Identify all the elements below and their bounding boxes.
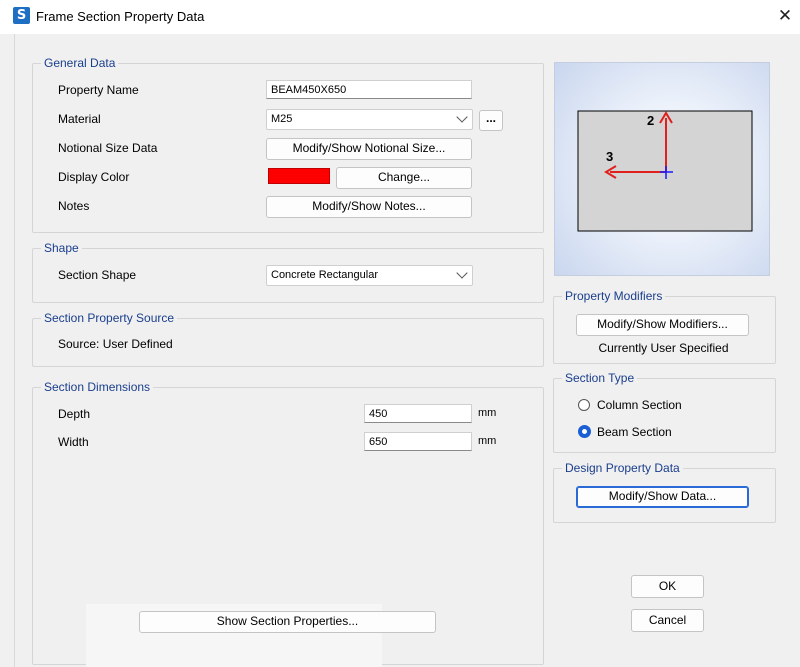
material-select[interactable]: M25 — [266, 109, 473, 130]
width-input[interactable]: 650 — [364, 432, 472, 451]
change-color-button[interactable]: Change... — [336, 167, 472, 189]
source-text: Source: User Defined — [58, 337, 173, 351]
section-dimensions-legend: Section Dimensions — [41, 380, 154, 394]
column-section-radio[interactable] — [578, 399, 590, 411]
depth-input[interactable]: 450 — [364, 404, 472, 423]
property-name-label: Property Name — [58, 83, 139, 97]
cancel-button[interactable]: Cancel — [631, 609, 704, 632]
ok-button[interactable]: OK — [631, 575, 704, 598]
depth-label: Depth — [58, 407, 91, 421]
notional-size-button[interactable]: Modify/Show Notional Size... — [266, 138, 472, 160]
depth-unit: mm — [478, 407, 497, 419]
section-preview-svg: 2 3 — [577, 110, 753, 232]
title-bar: S Frame Section Property Data ✕ — [0, 0, 800, 35]
section-shape-value: Concrete Rectangular — [271, 269, 379, 281]
property-name-input[interactable]: BEAM450X650 — [266, 80, 472, 99]
section-shape-label: Section Shape — [58, 268, 137, 282]
chevron-down-icon — [456, 267, 468, 279]
close-icon[interactable]: ✕ — [775, 6, 795, 26]
notes-label: Notes — [58, 199, 90, 213]
material-label: Material — [58, 112, 101, 126]
modify-modifiers-button[interactable]: Modify/Show Modifiers... — [576, 314, 749, 336]
section-preview: 2 3 — [554, 62, 770, 276]
width-unit: mm — [478, 435, 497, 447]
show-section-properties-button[interactable]: Show Section Properties... — [139, 611, 436, 633]
design-property-legend: Design Property Data — [562, 461, 683, 475]
section-type-legend: Section Type — [562, 371, 638, 385]
property-modifiers-legend: Property Modifiers — [562, 289, 666, 303]
display-color-label: Display Color — [58, 170, 130, 184]
section-shape-select[interactable]: Concrete Rectangular — [266, 265, 473, 286]
modifiers-status: Currently User Specified — [598, 341, 729, 355]
general-data-legend: General Data — [41, 56, 119, 70]
axis-2-label: 2 — [647, 113, 654, 128]
beam-section-radio[interactable] — [578, 425, 591, 438]
chevron-down-icon — [456, 111, 468, 123]
beam-section-label[interactable]: Beam Section — [597, 425, 672, 439]
material-more-button[interactable]: ... — [479, 110, 503, 131]
property-source-legend: Section Property Source — [41, 311, 178, 325]
section-type-group: Section Type — [553, 371, 776, 453]
dialog-left-border — [14, 34, 15, 667]
display-color-swatch[interactable] — [268, 168, 330, 184]
axis-3-label: 3 — [606, 149, 613, 164]
notional-size-label: Notional Size Data — [58, 141, 158, 155]
shape-legend: Shape — [41, 241, 82, 255]
window-title: Frame Section Property Data — [36, 9, 205, 24]
column-section-label[interactable]: Column Section — [597, 398, 682, 412]
material-select-value: M25 — [271, 113, 293, 125]
app-icon: S — [13, 7, 30, 24]
notes-button[interactable]: Modify/Show Notes... — [266, 196, 472, 218]
modify-design-data-button[interactable]: Modify/Show Data... — [576, 486, 749, 508]
width-label: Width — [58, 435, 89, 449]
